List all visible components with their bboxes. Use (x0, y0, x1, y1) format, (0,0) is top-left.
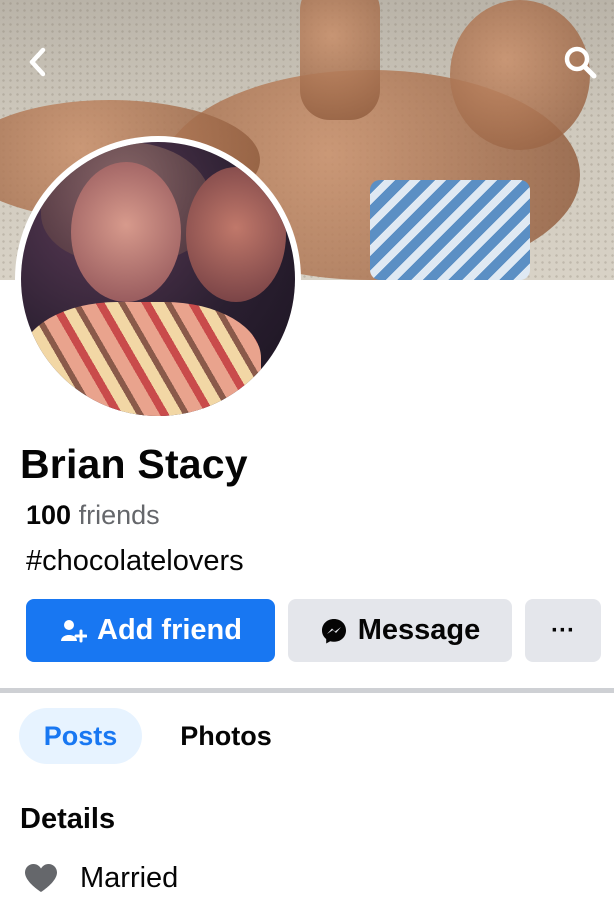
more-options-icon: ··· (551, 616, 575, 644)
profile-name: Brian Stacy (20, 441, 248, 487)
profile-bio: #chocolatelovers (26, 545, 244, 577)
add-friend-icon (61, 619, 87, 642)
avatar-face-right (186, 167, 286, 302)
details-heading: Details (20, 803, 116, 835)
tab-photos[interactable]: Photos (160, 708, 292, 764)
section-divider (0, 688, 614, 693)
friends-number: 100 (26, 500, 72, 530)
tab-posts-label: Posts (43, 720, 118, 751)
cover-towel (370, 180, 530, 280)
friends-label: friends (78, 500, 160, 530)
friends-count[interactable]: 100 friends (26, 500, 160, 531)
add-friend-label: Add friend (97, 614, 242, 646)
messenger-icon (321, 618, 346, 643)
tab-photos-label: Photos (180, 720, 272, 751)
tab-posts[interactable]: Posts (19, 708, 142, 764)
message-label: Message (357, 614, 481, 646)
more-options-button[interactable]: ··· (525, 599, 601, 662)
back-button[interactable] (18, 42, 58, 82)
detail-relationship-label: Married (80, 861, 179, 894)
cover-figure-legs (300, 0, 380, 120)
add-friend-button[interactable]: Add friend (26, 599, 275, 662)
search-button[interactable] (560, 42, 600, 82)
avatar-face-left (71, 162, 181, 302)
search-icon (564, 46, 597, 79)
message-button[interactable]: Message (288, 599, 512, 662)
chevron-left-icon (29, 47, 46, 77)
avatar[interactable] (21, 142, 295, 416)
heart-icon (25, 864, 57, 892)
detail-relationship: Married (24, 858, 178, 898)
avatar-shirt (21, 302, 261, 416)
